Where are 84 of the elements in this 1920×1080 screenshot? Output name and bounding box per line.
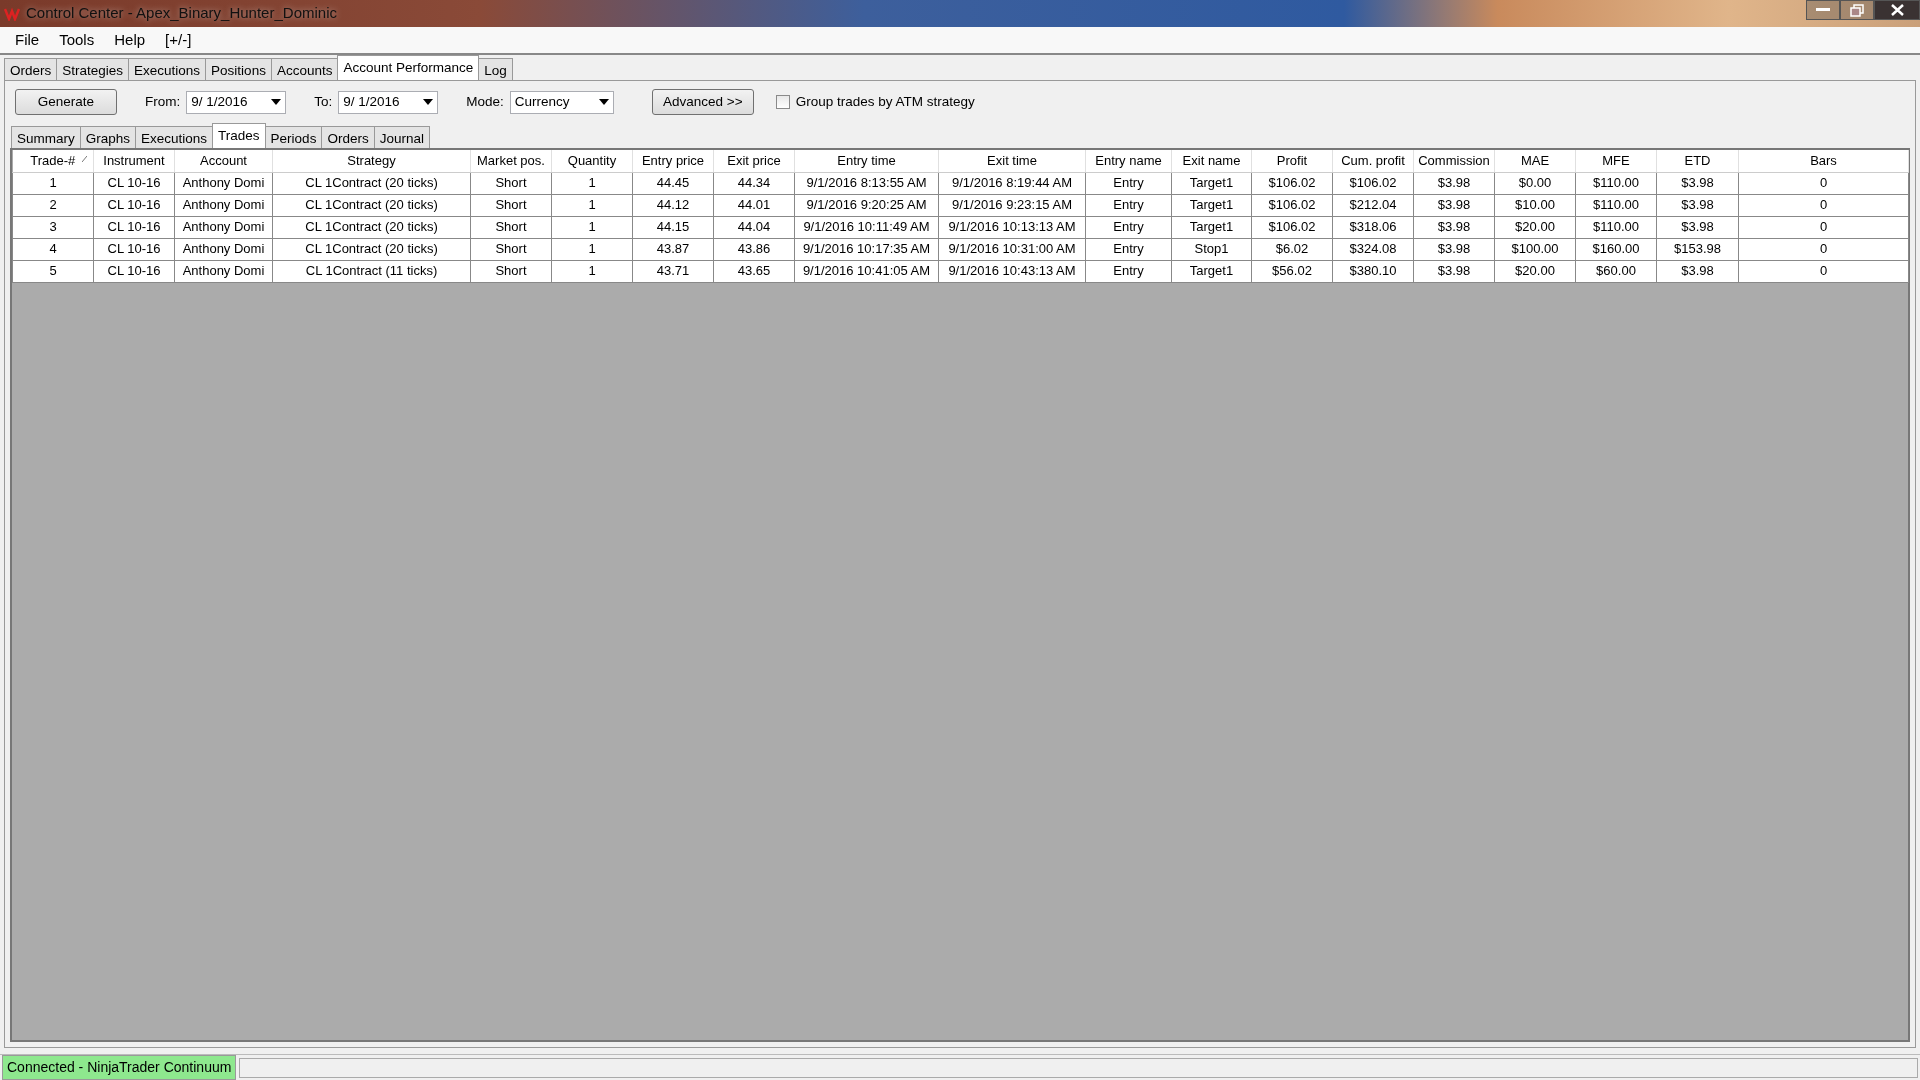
advanced-button[interactable]: Advanced >> [651,88,754,116]
table-cell: 9/1/2016 9:23:15 AM [938,194,1086,216]
column-header[interactable]: Instrument [93,150,175,172]
table-cell: 9/1/2016 8:19:44 AM [938,172,1086,194]
tab[interactable]: Summary [11,126,81,148]
menu-item[interactable]: Help [105,26,155,54]
column-header[interactable]: MAE [1494,150,1576,172]
tab[interactable]: Accounts [270,58,339,80]
column-header[interactable]: Market pos. [470,150,552,172]
window-title: Control Center - Apex_Binary_Hunter_Dominic [26,3,337,24]
close-icon [1890,4,1904,16]
dropdown-arrow-icon [598,99,609,105]
column-header[interactable]: Account [174,150,273,172]
mode-dropdown[interactable]: Currency [509,90,614,114]
tab[interactable]: Trades [212,123,266,148]
table-cell: 0 [1738,260,1909,282]
table-cell: 9/1/2016 10:31:00 AM [938,238,1086,260]
table-cell: CL 1Contract (20 ticks) [272,172,471,194]
menu-item[interactable]: File [6,26,49,54]
table-cell: CL 1Contract (20 ticks) [272,238,471,260]
tab[interactable]: Positions [205,58,272,80]
field-label: From: [145,92,181,111]
tab[interactable]: Executions [135,126,214,148]
generate-button[interactable]: Generate [15,88,117,116]
column-header[interactable]: Trade-# [12,150,94,172]
tab[interactable]: Graphs [79,126,137,148]
table-cell: 0 [1738,172,1909,194]
column-header[interactable]: Exit price [713,150,795,172]
column-header[interactable]: Exit time [938,150,1086,172]
app-logo-icon [4,6,20,21]
field-label: To: [314,92,333,111]
column-header[interactable]: MFE [1575,150,1657,172]
column-header[interactable]: Entry price [632,150,714,172]
checkbox[interactable] [775,95,790,109]
checkbox-label: Group trades by ATM strategy [795,92,975,111]
column-header[interactable]: Exit name [1171,150,1252,172]
tab[interactable]: Strategies [56,58,130,80]
tab[interactable]: Orders [4,58,58,80]
tab[interactable]: Executions [128,58,207,80]
table-cell: 9/1/2016 8:13:55 AM [794,172,939,194]
column-header[interactable]: Profit [1251,150,1333,172]
table-cell: 9/1/2016 10:17:35 AM [794,238,939,260]
table-cell: CL 1Contract (11 ticks) [272,260,471,282]
table-cell: 1 [12,172,94,194]
table-cell: 9/1/2016 10:13:13 AM [938,216,1086,238]
table-cell: 4 [12,238,94,260]
field-label: Mode: [466,92,504,111]
tab[interactable]: Log [478,58,513,80]
close-button[interactable] [1874,0,1920,20]
column-header[interactable]: Cum. profit [1332,150,1414,172]
column-header[interactable]: Bars [1738,150,1909,172]
column-header[interactable]: Entry name [1085,150,1172,172]
column-header[interactable]: Quantity [551,150,633,172]
table-cell: 0 [1738,216,1909,238]
tab[interactable]: Account Performance [337,55,480,80]
table-cell: 0 [1738,194,1909,216]
restore-icon [1850,3,1864,17]
table-cell: 5 [12,260,94,282]
table-cell: 2 [12,194,94,216]
menu-item[interactable]: Tools [50,26,104,54]
connection-status: Connected - NinjaTrader Continuum [2,1055,237,1080]
menu-item[interactable]: [+/-] [156,26,201,54]
table-cell: 9/1/2016 9:20:25 AM [794,194,939,216]
column-header[interactable]: Strategy [272,150,471,172]
table-cell: 9/1/2016 10:43:13 AM [938,260,1086,282]
maximize-button[interactable] [1840,0,1874,20]
table-cell: 9/1/2016 10:41:05 AM [794,260,939,282]
table-cell: 0 [1738,238,1909,260]
minimize-button[interactable] [1806,0,1840,20]
table-cell: 9/1/2016 10:11:49 AM [794,216,939,238]
table-cell: CL 1Contract (20 ticks) [272,216,471,238]
tab[interactable]: Periods [264,126,323,148]
date-picker[interactable]: 9/ 1/2016 [186,90,287,114]
table-cell: 3 [12,216,94,238]
minimize-icon [1816,8,1830,12]
tab[interactable]: Journal [373,126,430,148]
date-picker[interactable]: 9/ 1/2016 [338,90,439,114]
dropdown-arrow-icon [271,99,282,105]
column-header[interactable]: Commission [1413,150,1495,172]
column-header[interactable]: Entry time [794,150,939,172]
column-header[interactable]: ETD [1656,150,1739,172]
table-cell: CL 1Contract (20 ticks) [272,194,471,216]
dropdown-arrow-icon [423,99,434,105]
tab[interactable]: Orders [321,126,375,148]
